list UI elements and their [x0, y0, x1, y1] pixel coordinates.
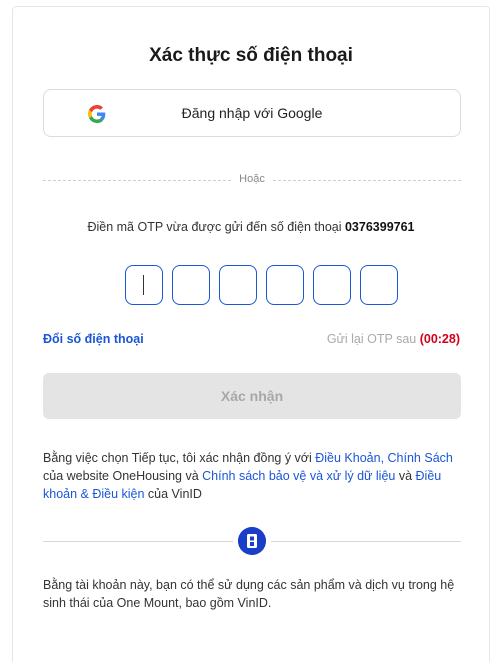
- privacy-policy-link[interactable]: Chính sách bảo vệ và xử lý dữ liệu: [202, 469, 395, 483]
- ecosystem-note: Bằng tài khoản này, bạn có thể sử dụng c…: [43, 578, 455, 610]
- separator-line-left: [43, 541, 233, 542]
- resend-timer: (00:28): [419, 332, 460, 346]
- terms-text-4: của VinID: [144, 487, 202, 501]
- otp-instruction: Điền mã OTP vừa được gửi đến số điện tho…: [13, 220, 489, 234]
- logo-separator: [43, 527, 461, 555]
- phone-number: 0376399761: [344, 220, 415, 234]
- resend-otp: Gửi lại OTP sau (00:28): [327, 332, 460, 346]
- otp-digit-6[interactable]: [360, 265, 398, 305]
- change-phone-link[interactable]: Đổi số điện thoại: [43, 332, 144, 346]
- terms-text-3: và: [395, 469, 416, 483]
- divider-line-right: [273, 180, 461, 181]
- otp-digit-4[interactable]: [266, 265, 304, 305]
- otp-input-group: [125, 265, 398, 305]
- otp-instruction-text: Điền mã OTP vừa được gửi đến số điện tho…: [87, 220, 345, 234]
- terms-policy-link[interactable]: Điều Khoản, Chính Sách: [315, 451, 453, 465]
- terms-text-2: của website OneHousing và: [43, 469, 203, 483]
- one-mount-logo-icon: [238, 527, 266, 555]
- google-login-button[interactable]: Đăng nhập với Google: [43, 89, 461, 137]
- google-login-label: Đăng nhập với Google: [181, 105, 323, 121]
- terms-text-1: Bằng việc chọn Tiếp tục, tôi xác nhận đồ…: [43, 451, 316, 465]
- terms-text: Bằng việc chọn Tiếp tục, tôi xác nhận đồ…: [43, 449, 453, 503]
- resend-otp-label: Gửi lại OTP sau: [326, 332, 420, 346]
- otp-digit-2[interactable]: [172, 265, 210, 305]
- divider-label: Hoặc: [239, 173, 265, 185]
- otp-digit-3[interactable]: [219, 265, 257, 305]
- confirm-button[interactable]: Xác nhận: [43, 373, 461, 419]
- separator-line-right: [271, 541, 461, 542]
- otp-verification-card: Xác thực số điện thoại Đăng nhập với Goo…: [12, 6, 490, 662]
- otp-digit-1[interactable]: [125, 265, 163, 305]
- page-title: Xác thực số điện thoại: [149, 45, 353, 66]
- otp-digit-5[interactable]: [313, 265, 351, 305]
- or-divider: Hoặc: [43, 173, 461, 187]
